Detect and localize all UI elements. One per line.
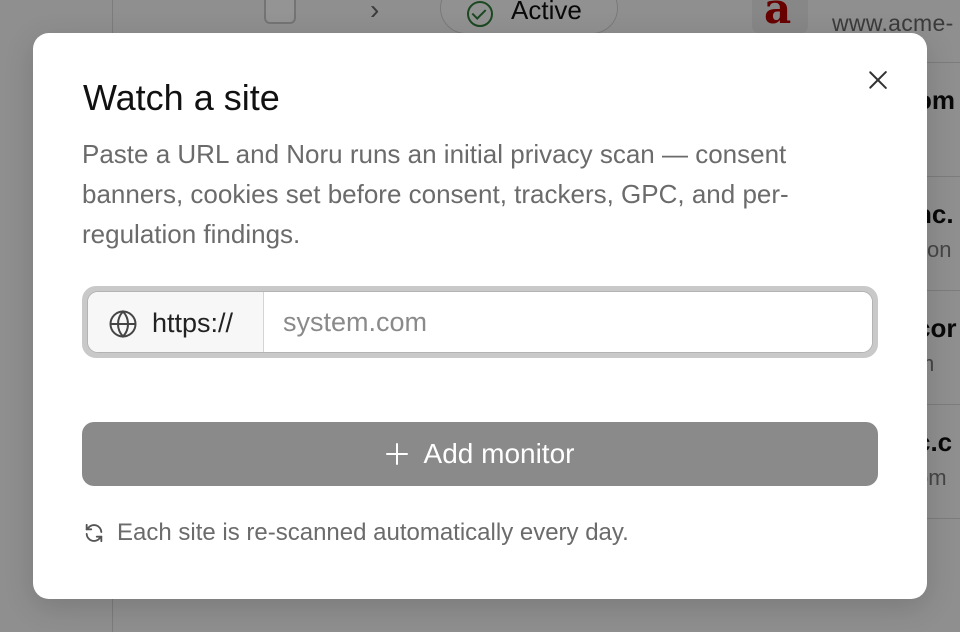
url-field[interactable]: https:// [82, 286, 878, 358]
url-prefix-label: https:// [152, 308, 234, 338]
add-monitor-label: Add monitor [423, 438, 575, 469]
watch-site-dialog: Watch a site Paste a URL and Noru runs a… [33, 33, 927, 599]
close-icon[interactable] [863, 65, 893, 95]
add-monitor-button[interactable]: Add monitor [82, 422, 878, 486]
url-input[interactable] [264, 292, 872, 352]
globe-icon [109, 310, 137, 338]
plus-icon [385, 443, 408, 465]
refresh-icon [85, 523, 103, 543]
rescan-note: Each site is re-scanned automatically ev… [83, 518, 629, 548]
url-prefix: https:// [88, 292, 264, 352]
dialog-description: Paste a URL and Noru runs an initial pri… [82, 139, 789, 249]
url-field-inner: https:// [87, 291, 873, 353]
rescan-note-text: Each site is re-scanned automatically ev… [117, 519, 629, 546]
dialog-title: Watch a site [83, 77, 280, 118]
